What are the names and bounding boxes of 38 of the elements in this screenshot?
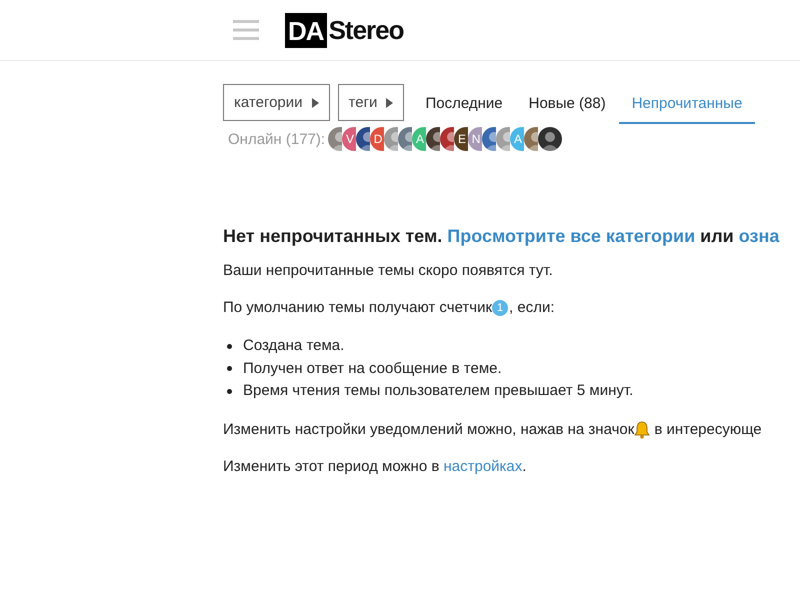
filter-dropdown[interactable]: теги xyxy=(338,84,404,121)
user-avatar[interactable]: D xyxy=(370,127,384,151)
notify-text: Изменить настройки уведомлений можно, нажав на значок xyxy=(223,420,634,440)
empty-heading: Нет непрочитанных тем. Просмотрите все категории или озна xyxy=(223,226,780,246)
period-text: Изменить этот период можно в xyxy=(223,456,440,476)
user-avatar[interactable] xyxy=(356,127,370,151)
nav-tab[interactable]: Последние xyxy=(412,85,516,124)
bullet-icon xyxy=(227,344,232,349)
caret-icon xyxy=(386,98,394,108)
bullet-icon xyxy=(227,388,232,394)
condition-text: Время чтения темы пользователем превышает 5 минут. xyxy=(243,381,634,401)
user-avatar[interactable]: N xyxy=(468,127,482,151)
categories-link[interactable]: Просмотрите все категории xyxy=(447,226,696,246)
caret-icon xyxy=(312,98,319,108)
bell-icon xyxy=(634,420,650,438)
counter-text-end: , если: xyxy=(509,298,555,318)
counter-text: По умолчанию темы получают счетчик xyxy=(223,298,492,318)
user-avatar[interactable] xyxy=(538,127,562,151)
notify-text-end: в интересующе xyxy=(654,420,762,440)
online-label: Онлайн (177): xyxy=(228,130,326,148)
user-avatar[interactable]: A xyxy=(510,127,524,151)
nav-tab[interactable]: Новые (88) xyxy=(516,85,619,124)
logo[interactable]: DA Stereo xyxy=(285,12,404,48)
bullet-icon xyxy=(227,366,232,372)
settings-link[interactable]: настройках xyxy=(443,456,522,476)
count-badge: 1 xyxy=(492,300,508,316)
read-link[interactable]: озна xyxy=(738,226,780,246)
condition-text: Создана тема. xyxy=(243,336,344,356)
user-avatar[interactable]: V xyxy=(342,127,356,151)
filter-dropdown[interactable]: категории xyxy=(223,84,330,121)
condition-text: Получен ответ на сообщение в теме. xyxy=(243,358,502,378)
intro-text: Ваши непрочитанные темы скоро появятся тут. xyxy=(223,261,554,281)
nav-tab[interactable]: Непрочитанные xyxy=(618,85,756,124)
user-avatar[interactable]: E xyxy=(454,127,468,151)
user-avatar[interactable] xyxy=(440,127,454,151)
user-avatar[interactable] xyxy=(426,127,440,151)
user-avatar[interactable]: A xyxy=(412,127,426,151)
period-dot: . xyxy=(522,456,526,476)
